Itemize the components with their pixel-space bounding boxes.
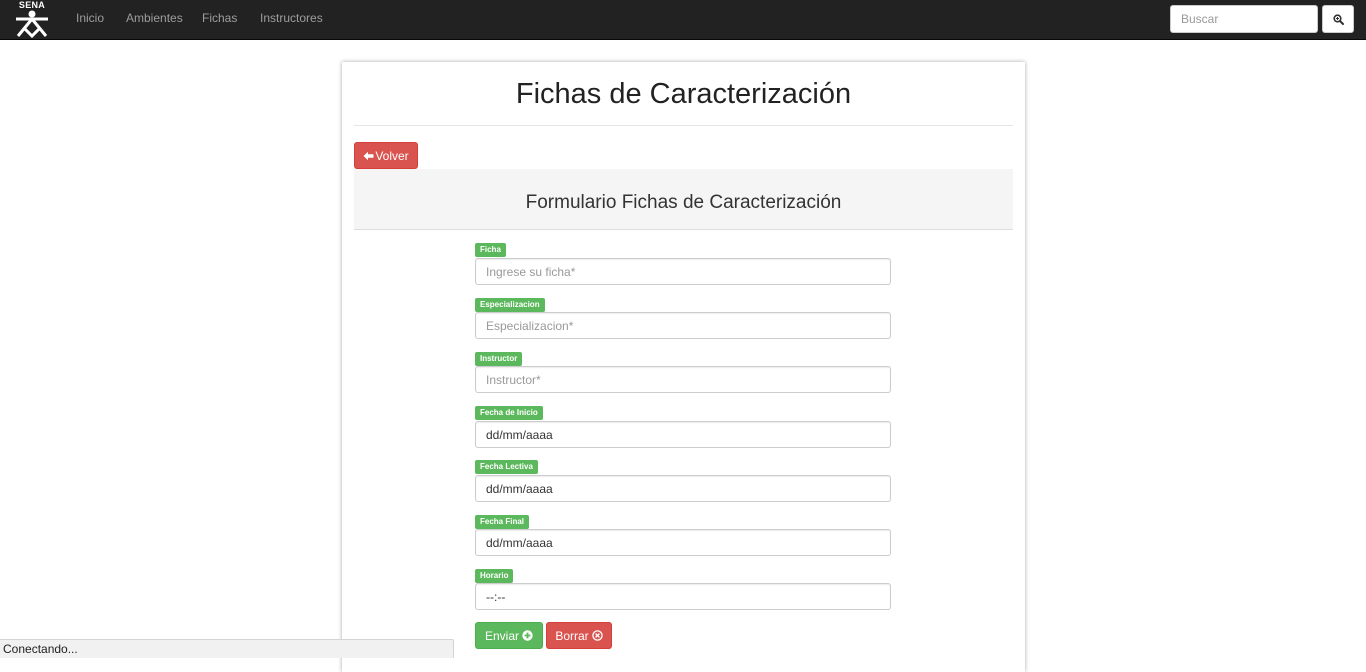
nav-link-ambientes[interactable]: Ambientes: [126, 0, 183, 38]
fecha-inicio-label: Fecha de Inicio: [475, 406, 543, 420]
top-navbar: SENA Inicio Ambientes Fichas Instructore…: [0, 0, 1366, 40]
fecha-lectiva-label: Fecha Lectiva: [475, 460, 538, 474]
clear-button[interactable]: Borrar: [546, 622, 612, 649]
main-panel: Fichas de Caracterización Volver Formula…: [342, 62, 1025, 672]
back-button-label: Volver: [375, 148, 409, 163]
clear-button-label: Borrar: [555, 628, 589, 643]
form-title: Formulario Fichas de Caracterización: [525, 192, 842, 213]
ficha-input[interactable]: [475, 258, 891, 285]
plus-circle-icon: [522, 630, 533, 641]
instructor-input[interactable]: [475, 366, 891, 393]
ficha-label: Ficha: [475, 243, 506, 257]
fecha-lectiva-input[interactable]: [475, 475, 891, 502]
fecha-inicio-input[interactable]: [475, 421, 891, 448]
nav-link-fichas[interactable]: Fichas: [202, 0, 237, 38]
search-input[interactable]: [1170, 5, 1318, 33]
horario-label: Horario: [475, 569, 514, 583]
especializacion-input[interactable]: [475, 312, 891, 339]
submit-button-label: Enviar: [484, 628, 519, 643]
page-title: Fichas de Caracterización: [515, 78, 852, 110]
horario-input[interactable]: [475, 583, 891, 610]
sena-logo[interactable]: SENA: [11, 0, 53, 38]
form-header: Formulario Fichas de Caracterización: [354, 169, 1013, 230]
sena-logo-icon: [16, 10, 48, 38]
fecha-final-label: Fecha Final: [475, 515, 530, 529]
browser-status-bar: Conectando...: [0, 639, 454, 658]
search-button[interactable]: [1322, 5, 1354, 33]
title-divider: [354, 125, 1013, 126]
fecha-final-input[interactable]: [475, 529, 891, 556]
search-icon: [1333, 14, 1344, 25]
nav-link-instructores[interactable]: Instructores: [260, 0, 323, 38]
back-button[interactable]: Volver: [354, 142, 418, 169]
arrow-left-icon: [363, 151, 374, 160]
instructor-label: Instructor: [475, 352, 523, 366]
remove-circle-icon: [591, 630, 603, 641]
submit-button[interactable]: Enviar: [475, 622, 543, 649]
especializacion-label: Especializacion: [475, 298, 545, 312]
nav-link-inicio[interactable]: Inicio: [76, 0, 104, 38]
